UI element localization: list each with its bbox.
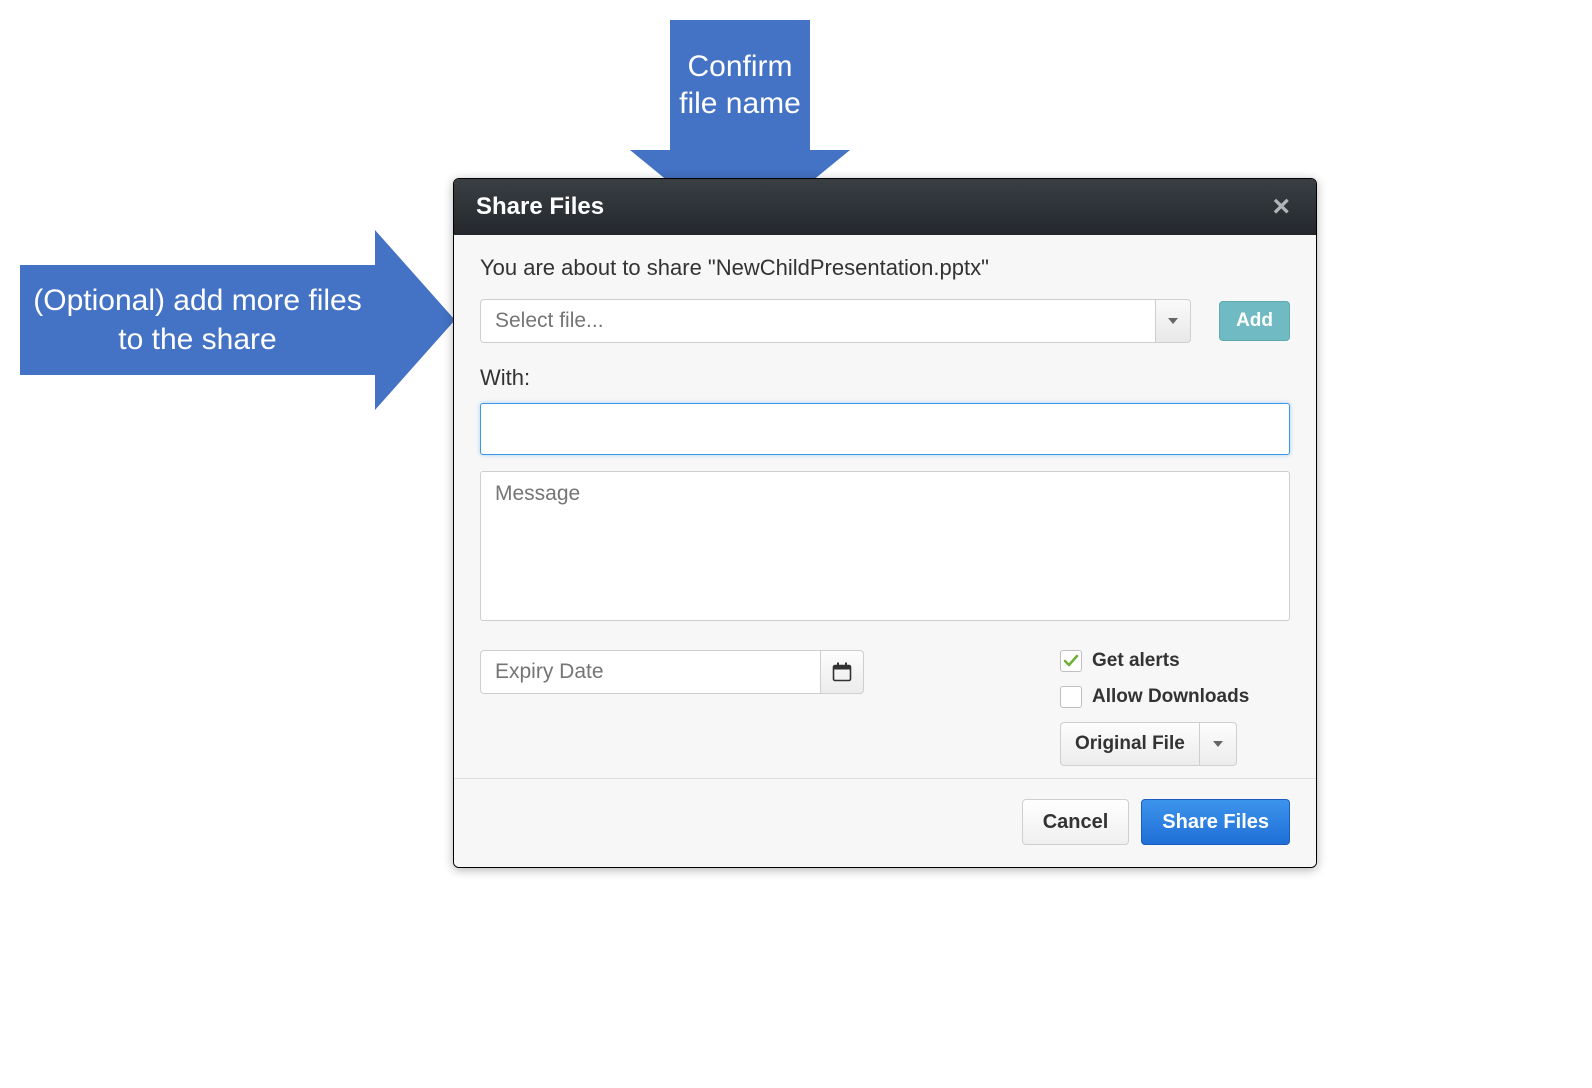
download-mode-button[interactable]: Original File — [1060, 722, 1199, 766]
get-alerts-label: Get alerts — [1092, 650, 1180, 672]
calendar-button[interactable] — [820, 650, 864, 694]
add-button[interactable]: Add — [1219, 301, 1290, 341]
close-icon[interactable]: × — [1268, 188, 1294, 226]
calendar-icon — [832, 662, 852, 682]
chevron-down-icon — [1168, 318, 1178, 324]
expiry-date-input[interactable] — [480, 650, 820, 694]
annotation-confirm-label: Confirm file name — [670, 20, 810, 150]
allow-downloads-label: Allow Downloads — [1092, 686, 1249, 708]
share-files-button[interactable]: Share Files — [1141, 799, 1290, 845]
get-alerts-checkbox[interactable]: Get alerts — [1060, 650, 1290, 672]
confirm-prefix: You are about to share " — [480, 255, 716, 280]
checkmark-icon — [1063, 653, 1079, 669]
message-textarea[interactable] — [480, 471, 1290, 621]
file-select-input[interactable] — [480, 299, 1155, 343]
file-select-combobox[interactable] — [480, 299, 1191, 343]
with-input[interactable] — [480, 403, 1290, 455]
confirm-share-text: You are about to share "NewChildPresenta… — [480, 255, 1290, 281]
annotation-add-more-label: (Optional) add more files to the share — [20, 265, 375, 375]
allow-downloads-checkbox[interactable]: Allow Downloads — [1060, 686, 1290, 708]
expiry-date-field — [480, 650, 864, 694]
share-options: Get alerts Allow Downloads Original File — [1060, 650, 1290, 766]
checkbox-icon — [1060, 650, 1082, 672]
annotation-add-more-files: (Optional) add more files to the share — [20, 230, 460, 410]
confirm-suffix: " — [981, 255, 989, 280]
with-label: With: — [480, 365, 1290, 391]
download-mode-dropdown[interactable]: Original File — [1060, 722, 1290, 766]
chevron-down-icon — [1213, 741, 1223, 747]
dialog-header: Share Files × — [454, 179, 1316, 235]
dialog-body: You are about to share "NewChildPresenta… — [454, 235, 1316, 778]
checkbox-icon — [1060, 686, 1082, 708]
dialog-footer: Cancel Share Files — [454, 778, 1316, 867]
file-select-row: Add — [480, 299, 1290, 343]
download-mode-caret[interactable] — [1199, 722, 1237, 766]
cancel-button[interactable]: Cancel — [1022, 799, 1130, 845]
share-files-dialog: Share Files × You are about to share "Ne… — [453, 178, 1317, 868]
file-select-caret-button[interactable] — [1155, 299, 1191, 343]
dialog-title: Share Files — [476, 193, 604, 221]
options-row: Get alerts Allow Downloads Original File — [480, 650, 1290, 766]
confirm-filename: NewChildPresentation.pptx — [716, 255, 981, 280]
arrow-right-icon — [375, 230, 455, 410]
